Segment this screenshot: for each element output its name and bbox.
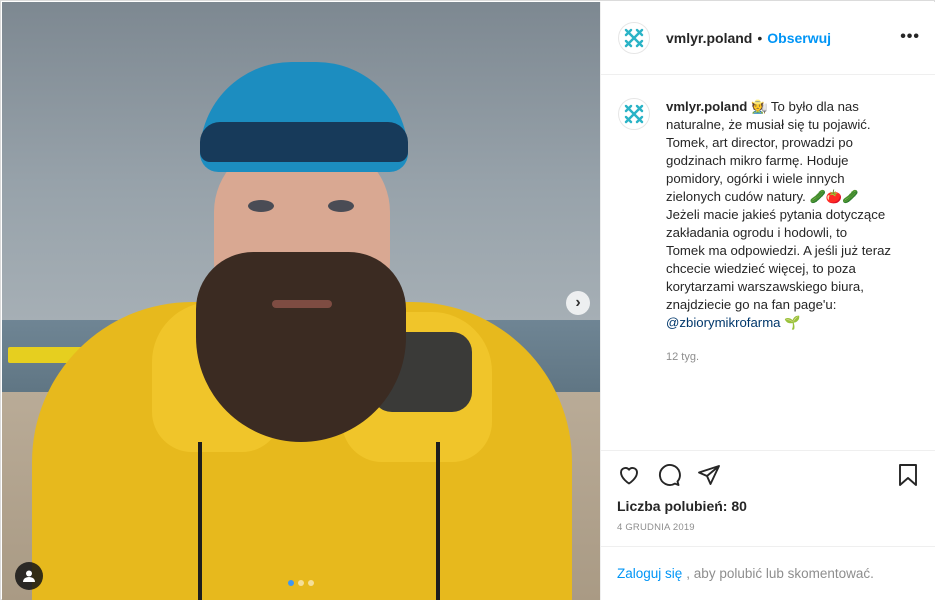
photo-eye (248, 200, 274, 212)
post-modal: › vmlyr.poland • Obserwuj ••• vmlyr.pola… (0, 0, 935, 600)
carousel-indicator (288, 580, 314, 586)
caption-line: naturalne, że musiał się tu pojawić. (666, 117, 871, 132)
photo-eye (328, 200, 354, 212)
caption-line: chcecie wiedzieć więcej, to poza (666, 261, 856, 276)
user-icon (23, 570, 35, 582)
vegetable-emojis: 🥒🍅🥒 (809, 189, 859, 204)
carousel-dot (308, 580, 314, 586)
bookmark-icon[interactable] (896, 463, 920, 487)
follow-button[interactable]: Obserwuj (767, 30, 831, 46)
carousel-next-button[interactable]: › (566, 291, 590, 315)
account-avatar[interactable] (618, 22, 650, 54)
comment-icon[interactable] (657, 463, 681, 487)
tagged-users-button[interactable] (15, 562, 43, 590)
post-sidebar: vmlyr.poland • Obserwuj ••• vmlyr.poland… (600, 2, 935, 600)
more-options-icon[interactable]: ••• (900, 28, 920, 46)
caption-line: To było dla nas (770, 99, 859, 114)
caption-line: Jeżeli macie jakieś pytania dotyczące (666, 207, 886, 222)
caption-line: znajdziecie go na fan page'u: (666, 297, 837, 312)
caption-line: Tomek, art director, prowadzi po (666, 135, 853, 150)
header-separator: • (757, 30, 763, 46)
post-date: 4 GRUDNIA 2019 (617, 522, 695, 533)
share-icon[interactable] (697, 463, 721, 487)
login-prompt: Zaloguj się , aby polubić lub skomentowa… (601, 546, 935, 600)
heart-icon[interactable] (617, 463, 641, 487)
caption-line: Tomek ma odpowiedzi. A jeśli już teraz (666, 243, 892, 258)
photo-cap-brim (200, 122, 408, 162)
caption-timestamp[interactable]: 12 tyg. (666, 348, 920, 366)
vml-logo-icon (624, 28, 644, 48)
photo-mouth (272, 300, 332, 308)
carousel-dot-active (288, 580, 294, 586)
photo-drawstring (436, 442, 440, 600)
action-bar (601, 450, 935, 502)
likes-count[interactable]: Liczba polubień: 80 (617, 498, 747, 514)
mention-link[interactable]: @zbiorymikrofarma (666, 315, 781, 330)
post-header: vmlyr.poland • Obserwuj ••• (601, 2, 935, 75)
caption-line: korytarzami warszawskiego biura, (666, 279, 864, 294)
farmer-emoji: 🧑‍🌾 (751, 99, 768, 114)
login-link[interactable]: Zaloguj się (617, 566, 682, 581)
photo-drawstring (198, 442, 202, 600)
caption-username[interactable]: vmlyr.poland (666, 99, 747, 114)
caption-text: vmlyr.poland 🧑‍🌾 To było dla nas natural… (666, 98, 920, 450)
caption-line: godzinach mikro farmę. Hoduje (666, 153, 849, 168)
account-username[interactable]: vmlyr.poland (666, 30, 752, 46)
carousel-dot (298, 580, 304, 586)
caption-section: vmlyr.poland 🧑‍🌾 To było dla nas natural… (601, 76, 935, 450)
login-prompt-text: , aby polubić lub skomentować. (686, 566, 874, 581)
caption-line: zielonych cudów natury. (666, 189, 806, 204)
sprout-emoji: 🌱 (784, 315, 801, 330)
caption-line: zakładania ogrodu i hodowli, to (666, 225, 848, 240)
post-photo[interactable]: › (2, 2, 600, 600)
vml-logo-icon (624, 104, 644, 124)
caption-line: pomidory, ogórki i wiele innych (666, 171, 845, 186)
chevron-right-icon: › (575, 294, 581, 311)
caption-avatar[interactable] (618, 98, 650, 130)
